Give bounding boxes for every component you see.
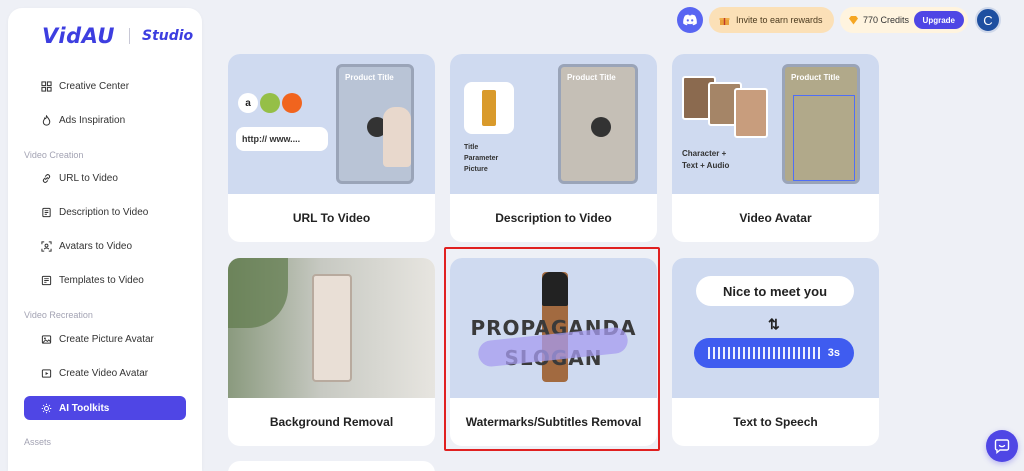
vidau-logo: VidAU — [42, 24, 115, 48]
invite-rewards-button[interactable]: Invite to earn rewards — [709, 7, 834, 33]
upgrade-button[interactable]: Upgrade — [913, 11, 964, 29]
template-icon — [40, 274, 52, 286]
video-icon — [40, 367, 52, 379]
shopify-icon — [260, 93, 280, 113]
text-to-speech-thumbnail: Nice to meet you ⇅ 3s — [672, 258, 879, 398]
product-preview: Product Title — [558, 64, 638, 184]
preview-product-title: Product Title — [791, 73, 840, 82]
discord-button[interactable] — [677, 7, 703, 33]
sidebar-item-label: Ads Inspiration — [59, 114, 126, 126]
convert-icon: ⇅ — [768, 316, 780, 332]
card-url-to-video[interactable]: a http:// www.... Product Title URL To V… — [228, 54, 435, 242]
video-avatar-thumbnail: Character + Text + Audio Product Title — [672, 54, 879, 194]
etsy-icon — [282, 93, 302, 113]
perfume-picture — [464, 82, 514, 134]
presenter-figure — [383, 107, 411, 167]
caption-line: Parameter — [464, 155, 499, 162]
caption-line: Title — [464, 144, 479, 151]
background-removal-thumbnail — [228, 258, 435, 398]
description-to-video-thumbnail: Title Parameter Picture Product Title — [450, 54, 657, 194]
credits-pill: 770 Credits Upgrade — [840, 7, 968, 33]
section-assets: Assets — [24, 437, 52, 447]
sparkle-icon — [40, 402, 52, 414]
studio-label: Studio — [141, 28, 194, 44]
plant-decoration — [228, 258, 288, 328]
card-video-avatar[interactable]: Character + Text + Audio Product Title V… — [672, 54, 879, 242]
play-icon — [591, 117, 611, 137]
sidebar-item-label: Create Picture Avatar — [59, 333, 154, 345]
sidebar-item-ads-inspiration[interactable]: Ads Inspiration — [24, 108, 186, 132]
sidebar-item-label: AI Toolkits — [59, 402, 110, 414]
section-video-creation: Video Creation — [24, 150, 84, 160]
section-video-recreation: Video Recreation — [24, 310, 93, 320]
amazon-icon: a — [238, 93, 258, 113]
audio-waveform: 3s — [694, 338, 854, 368]
preview-product-title: Product Title — [345, 73, 394, 82]
grid-icon — [40, 80, 52, 92]
link-icon — [40, 172, 52, 184]
preview-product-title: Product Title — [567, 73, 616, 82]
card-text-to-speech[interactable]: Nice to meet you ⇅ 3s Text to Speech — [672, 258, 879, 446]
sidebar: VidAU Studio Creative Center Ads Inspira… — [8, 8, 202, 471]
sidebar-item-creative-center[interactable]: Creative Center — [24, 74, 186, 98]
caption-line: Text + Audio — [682, 161, 730, 170]
gift-icon — [719, 15, 730, 26]
selection-frame — [793, 95, 855, 181]
sidebar-item-avatars-to-video[interactable]: Avatars to Video — [24, 234, 186, 258]
sidebar-item-templates-to-video[interactable]: Templates to Video — [24, 268, 186, 292]
diamond-icon — [848, 15, 859, 25]
sidebar-item-label: Description to Video — [59, 206, 149, 218]
description-caption: Title Parameter Picture — [464, 142, 498, 175]
brand[interactable]: VidAU Studio — [42, 24, 193, 48]
product-preview: Product Title — [782, 64, 860, 184]
image-icon — [40, 333, 52, 345]
chat-icon — [994, 438, 1010, 454]
marketplace-logos: a — [238, 93, 302, 113]
user-avatar[interactable]: C — [975, 7, 1001, 33]
sidebar-item-create-picture-avatar[interactable]: Create Picture Avatar — [24, 327, 186, 351]
sidebar-item-create-video-avatar[interactable]: Create Video Avatar — [24, 361, 186, 385]
url-to-video-thumbnail: a http:// www.... Product Title — [228, 54, 435, 194]
selection-highlight — [444, 247, 660, 451]
card-background-removal[interactable]: Background Removal — [228, 258, 435, 446]
card-partial[interactable] — [228, 461, 435, 471]
card-label: Background Removal — [269, 415, 394, 429]
sidebar-item-label: URL to Video — [59, 172, 118, 184]
sidebar-item-label: Avatars to Video — [59, 240, 133, 252]
sidebar-item-label: Create Video Avatar — [59, 367, 149, 379]
sidebar-item-ai-toolkits[interactable]: AI Toolkits — [24, 396, 186, 420]
sidebar-item-description-to-video[interactable]: Description to Video — [24, 200, 186, 224]
chat-support-button[interactable] — [986, 430, 1018, 462]
discord-icon — [682, 14, 698, 26]
credits-label: 770 Credits — [863, 15, 910, 25]
document-icon — [40, 206, 52, 218]
speech-bubble: Nice to meet you — [696, 276, 854, 306]
caption-line: Character + — [682, 149, 727, 158]
card-description-to-video[interactable]: Title Parameter Picture Product Title De… — [450, 54, 657, 242]
caption-line: Picture — [464, 166, 488, 173]
card-label: Text to Speech — [733, 415, 818, 429]
flame-icon — [40, 114, 52, 126]
product-preview: Product Title — [336, 64, 414, 184]
url-input-mock: http:// www.... — [236, 127, 328, 151]
sidebar-item-label: Templates to Video — [59, 274, 144, 286]
url-text: http:// www.... — [242, 134, 301, 144]
audio-duration: 3s — [827, 347, 840, 359]
card-label: Description to Video — [495, 211, 612, 225]
sidebar-item-label: Creative Center — [59, 80, 130, 92]
avatar-caption: Character + Text + Audio — [682, 148, 729, 172]
card-label: URL To Video — [292, 211, 371, 225]
perfume-bottle — [482, 90, 496, 126]
card-label: Video Avatar — [739, 211, 812, 225]
waveform-bars — [708, 347, 820, 359]
avatar-scan-icon — [40, 240, 52, 252]
perfume-bottle — [312, 274, 352, 382]
brand-divider — [128, 28, 130, 44]
sidebar-item-url-to-video[interactable]: URL to Video — [24, 166, 186, 190]
avatar-photo — [734, 88, 768, 138]
invite-label: Invite to earn rewards — [736, 15, 823, 25]
